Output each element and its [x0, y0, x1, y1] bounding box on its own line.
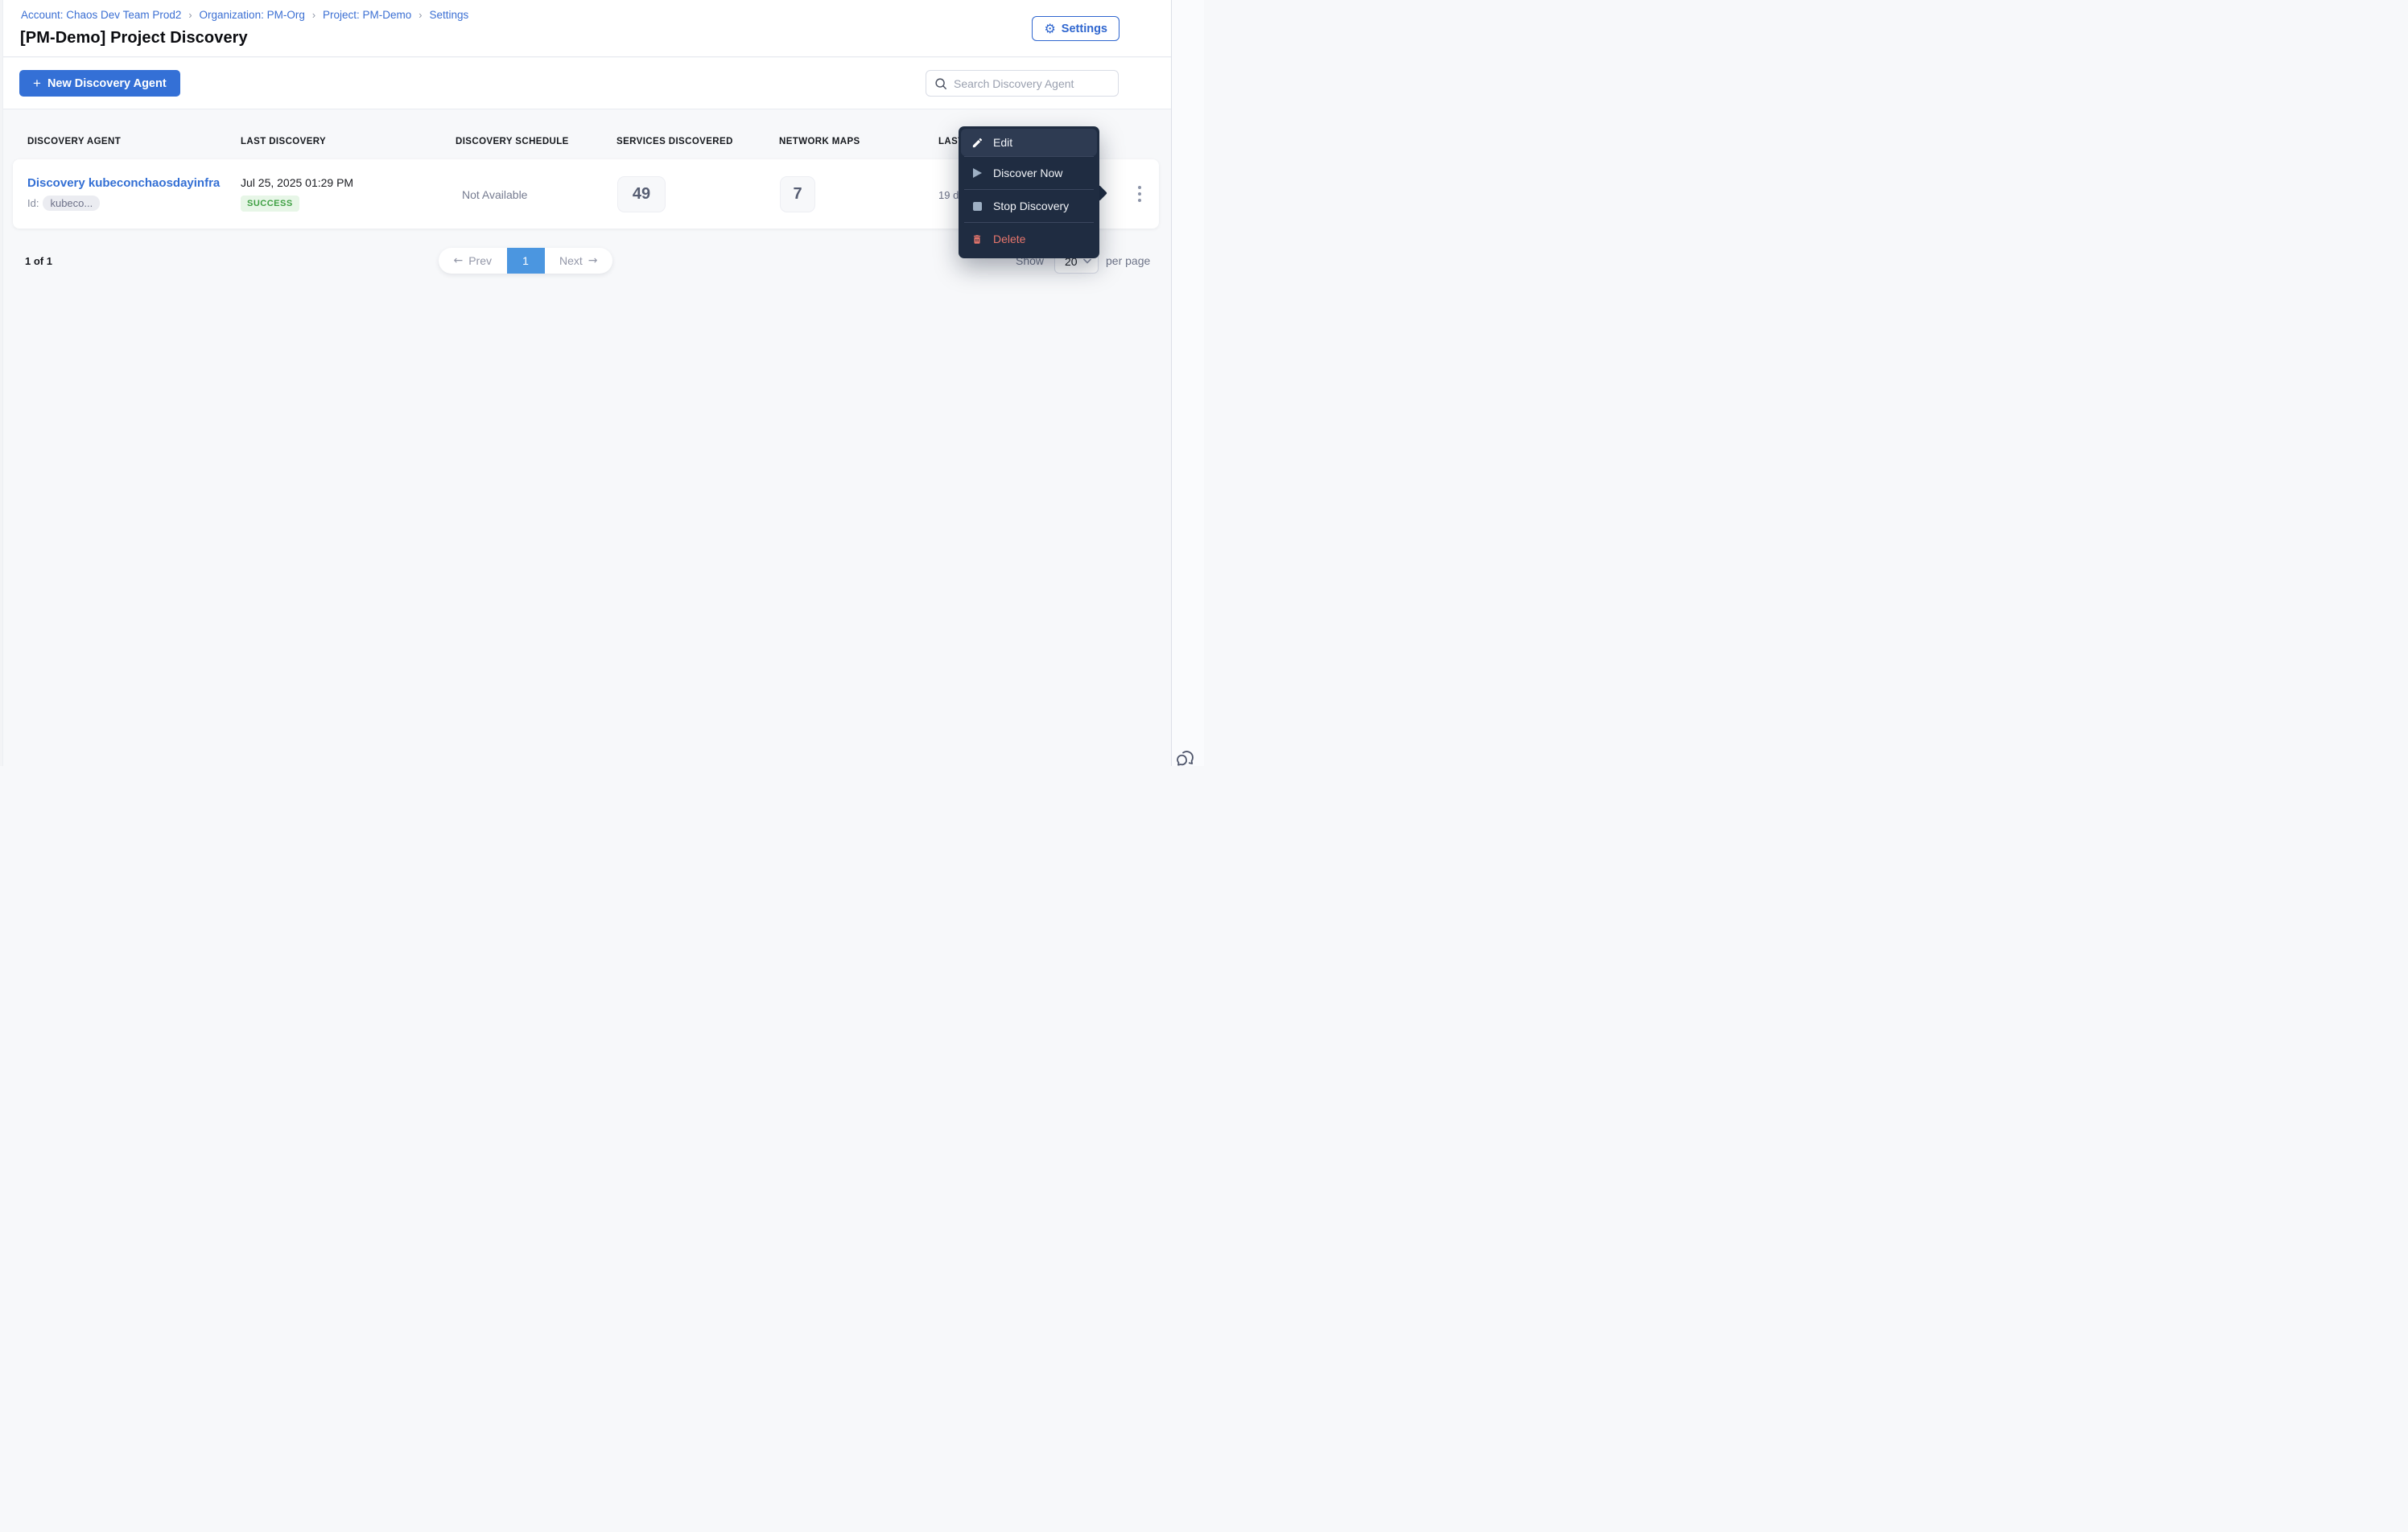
column-header-last-discovery: LAST DISCOVERY [241, 137, 327, 146]
agent-id-label: Id: [27, 197, 39, 209]
new-discovery-agent-button[interactable]: + New Discovery Agent [19, 70, 180, 97]
next-label: Next [559, 254, 583, 267]
project-discovery-page: Account: Chaos Dev Team Prod2 › Organiza… [0, 0, 1204, 766]
content-right-divider [1171, 0, 1172, 766]
arrow-right-icon: → [588, 254, 598, 267]
chevron-right-icon: › [188, 9, 192, 21]
menu-item-stop-discovery[interactable]: Stop Discovery [961, 190, 1097, 222]
chevron-right-icon: › [419, 9, 423, 21]
row-context-menu: Edit Discover Now Stop Discovery Delete [959, 126, 1099, 258]
settings-button[interactable]: ⚙ Settings [1032, 16, 1119, 41]
kebab-dot [1138, 199, 1141, 202]
column-header-discovery-schedule: DISCOVERY SCHEDULE [456, 137, 569, 146]
stop-icon [970, 201, 984, 211]
row-more-options-icon[interactable] [1133, 182, 1146, 206]
menu-item-edit-label: Edit [993, 136, 1013, 149]
new-discovery-agent-label: New Discovery Agent [47, 76, 167, 90]
menu-item-stop-discovery-label: Stop Discovery [993, 200, 1070, 212]
agent-name-link[interactable]: Discovery kubeconchaosdayinfra [27, 176, 220, 190]
pagination-summary: 1 of 1 [25, 255, 52, 267]
agent-id-chip: kubeco... [43, 196, 101, 211]
plus-icon: + [33, 76, 41, 91]
network-maps-badge[interactable]: 7 [780, 176, 815, 212]
page-header: Account: Chaos Dev Team Prod2 › Organiza… [0, 0, 1171, 57]
kebab-dot [1138, 192, 1141, 196]
chevron-down-icon [1083, 258, 1091, 264]
page-number-button[interactable]: 1 [506, 248, 545, 274]
next-page-button[interactable]: Next → [545, 248, 613, 274]
services-discovered-badge[interactable]: 49 [617, 176, 666, 212]
menu-item-discover-now-label: Discover Now [993, 167, 1063, 179]
last-discovery-cell: Jul 25, 2025 01:29 PM SUCCESS [241, 176, 353, 212]
per-page-label: per page [1106, 254, 1151, 267]
search-icon [935, 77, 946, 89]
status-badge: SUCCESS [241, 196, 299, 212]
agent-cell: Discovery kubeconchaosdayinfra Id: kubec… [27, 176, 220, 211]
search-input[interactable] [954, 76, 1110, 90]
left-edge-strip [0, 0, 3, 766]
kebab-dot [1138, 186, 1141, 189]
menu-item-delete[interactable]: Delete [961, 223, 1097, 255]
breadcrumb-project-link[interactable]: Project: PM-Demo [323, 9, 411, 21]
trash-icon [970, 233, 984, 245]
gear-icon: ⚙ [1044, 20, 1056, 36]
column-header-services-discovered: SERVICES DISCOVERED [616, 137, 733, 146]
breadcrumb-organization-link[interactable]: Organization: PM-Org [200, 9, 305, 21]
prev-label: Prev [468, 254, 493, 267]
menu-item-delete-label: Delete [993, 233, 1026, 245]
arrow-left-icon: ← [453, 254, 464, 267]
prev-page-button[interactable]: ← Prev [439, 248, 507, 274]
breadcrumb-settings-link[interactable]: Settings [429, 9, 468, 21]
last-discovery-time: Jul 25, 2025 01:29 PM [241, 176, 354, 189]
play-icon [970, 168, 984, 178]
column-header-discovery-agent: DISCOVERY AGENT [27, 137, 122, 146]
agent-id-row: Id: kubeco... [27, 196, 220, 211]
page-title: [PM-Demo] Project Discovery [20, 29, 248, 47]
toolbar: + New Discovery Agent [0, 58, 1171, 109]
right-edge-strip [1172, 0, 1204, 766]
menu-item-edit[interactable]: Edit [961, 129, 1097, 156]
menu-item-discover-now[interactable]: Discover Now [961, 157, 1097, 189]
settings-button-label: Settings [1061, 22, 1107, 35]
pagination-control: ← Prev 1 Next → [439, 248, 612, 274]
pencil-icon [970, 137, 984, 149]
search-box [926, 70, 1119, 97]
column-header-network-maps: NETWORK MAPS [779, 137, 860, 146]
chevron-right-icon: › [311, 9, 315, 21]
breadcrumb: Account: Chaos Dev Team Prod2 › Organiza… [21, 9, 468, 21]
discovery-schedule-cell: Not Available [462, 188, 528, 201]
help-chat-icon[interactable] [1175, 748, 1198, 771]
breadcrumb-account-link[interactable]: Account: Chaos Dev Team Prod2 [21, 9, 181, 21]
